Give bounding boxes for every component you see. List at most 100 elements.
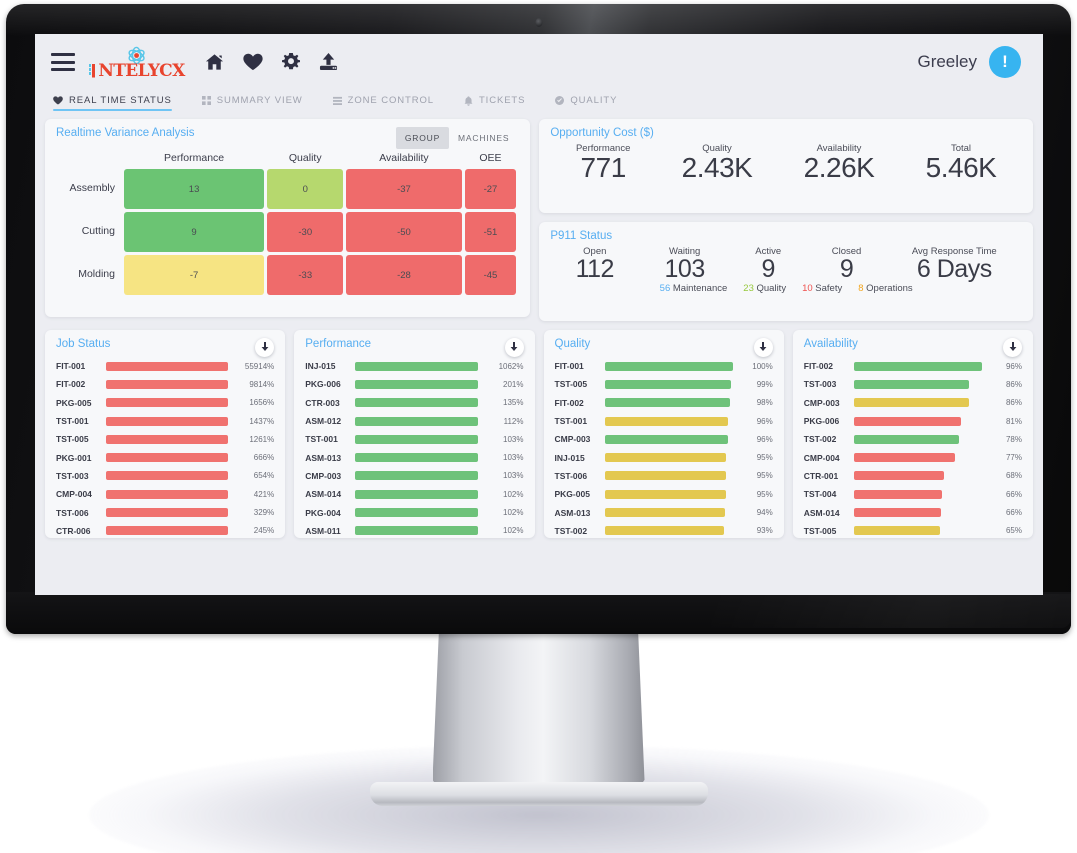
home-icon[interactable]	[205, 53, 224, 71]
bar-list-item[interactable]: PKG-004 102%	[305, 503, 523, 521]
tab-tickets[interactable]: TICKETS	[464, 95, 539, 111]
bar-list-item[interactable]: TST-003 86%	[804, 375, 1022, 393]
download-icon[interactable]	[1003, 338, 1022, 357]
bar-list-item[interactable]: FIT-002 9814%	[56, 375, 274, 393]
bar-list-item[interactable]: TST-004 66%	[804, 485, 1022, 503]
bar-list-item[interactable]: ASM-013 103%	[305, 448, 523, 466]
variance-cell[interactable]: -30	[267, 212, 344, 252]
bar-panel-row: Job Status FIT-001 55914% FIT-002 9814% PKG-0…	[45, 330, 1033, 538]
bar-list-item[interactable]: PKG-006 81%	[804, 412, 1022, 430]
upload-icon[interactable]	[319, 53, 338, 71]
bar-item-value: 66%	[1005, 508, 1022, 518]
variance-cell[interactable]: 0	[267, 169, 344, 209]
variance-cell[interactable]: -37	[346, 169, 462, 209]
bar-fill	[604, 508, 726, 518]
bar-list-item[interactable]: TST-005 1261%	[56, 430, 274, 448]
kpi-value: 5.46K	[925, 152, 997, 183]
variance-cell[interactable]: -27	[464, 169, 517, 209]
tab-quality[interactable]: QUALITY	[555, 95, 631, 111]
bar-list-item[interactable]: ASM-014 102%	[305, 485, 523, 503]
bar-list-item[interactable]: CMP-003 86%	[804, 394, 1022, 412]
bar-list-item[interactable]: TST-001 103%	[305, 430, 523, 448]
tab-zone-control[interactable]: ZONE CONTROL	[332, 95, 448, 111]
panel-title: Quality	[554, 338, 591, 350]
bar-track	[106, 526, 229, 536]
bar-list-item[interactable]: TST-003 654%	[56, 467, 274, 485]
p911-breakdown-count: 56	[659, 283, 671, 294]
variance-cell[interactable]: -28	[346, 255, 462, 295]
bar-list-item[interactable]: PKG-001 666%	[56, 448, 274, 466]
bar-list-item[interactable]: TST-005 99%	[555, 375, 773, 393]
alert-badge[interactable]: !	[989, 46, 1021, 78]
check-circle-icon	[555, 96, 565, 105]
bar-list-item[interactable]: TST-005 65%	[804, 522, 1022, 538]
bar-list-item[interactable]: CTR-003 135%	[305, 394, 523, 412]
download-icon[interactable]	[255, 338, 275, 357]
bar-fill	[355, 453, 478, 463]
bar-item-value: 95%	[756, 453, 773, 463]
variance-cell[interactable]: 13	[124, 169, 265, 209]
bar-list-item[interactable]: ASM-014 66%	[804, 503, 1022, 521]
bar-item-name: FIT-001	[56, 361, 86, 372]
bar-list-item[interactable]: TST-002 93%	[555, 522, 773, 538]
tab-real-time-status[interactable]: REAL TIME STATUS	[53, 95, 186, 111]
bar-fill	[604, 416, 728, 426]
monitor-stand-foot	[369, 782, 708, 806]
download-icon[interactable]	[753, 338, 773, 357]
p911-breakdown: 56 Maintenance 23 Quality 10 Safety 8 Opera…	[550, 283, 1022, 294]
variance-cell[interactable]: -33	[267, 255, 344, 295]
variance-cell[interactable]: -45	[464, 255, 517, 295]
variance-cell[interactable]: -7	[124, 255, 265, 295]
p911-breakdown-label: Quality	[753, 283, 787, 294]
bar-item-value: 77%	[1005, 453, 1022, 463]
bar-list-item[interactable]: TST-001 1437%	[56, 412, 274, 430]
toggle-group[interactable]: GROUP	[395, 127, 450, 149]
bar-list-item[interactable]: FIT-002 96%	[804, 357, 1022, 375]
bar-list-item[interactable]: TST-006 95%	[555, 467, 773, 485]
bar-panel-job-status: Job Status FIT-001 55914% FIT-002 9814% PKG-0…	[45, 330, 286, 538]
bar-list-item[interactable]: FIT-002 98%	[555, 394, 773, 412]
bar-item-name: PKG-004	[305, 507, 341, 518]
bar-track	[106, 471, 229, 481]
tab-summary-view[interactable]: SUMMARY VIEW	[201, 95, 317, 111]
bar-list-item[interactable]: CMP-004 77%	[804, 448, 1022, 466]
tab-bar: REAL TIME STATUS SUMMARY VIEW ZONE CONTR…	[35, 90, 1043, 116]
hamburger-icon[interactable]	[51, 53, 75, 71]
bar-list-item[interactable]: INJ-015 95%	[555, 448, 773, 466]
gear-icon[interactable]	[282, 53, 300, 71]
bar-list-item[interactable]: PKG-005 95%	[555, 485, 773, 503]
toggle-machines[interactable]: MACHINES	[449, 127, 518, 149]
bar-item-name: TST-002	[554, 525, 588, 536]
logo-wordmark: NTELYCX	[98, 60, 185, 81]
bar-list-item[interactable]: FIT-001 55914%	[56, 357, 274, 375]
bar-list-item[interactable]: CMP-004 421%	[56, 485, 274, 503]
variance-cell[interactable]: -51	[464, 212, 517, 252]
bar-list-item[interactable]: CMP-003 103%	[305, 467, 523, 485]
bar-item-value: 102%	[503, 526, 524, 536]
bar-list-item[interactable]: TST-001 96%	[555, 412, 773, 430]
bar-item-value: 102%	[503, 508, 524, 518]
bar-list-item[interactable]: CMP-003 96%	[555, 430, 773, 448]
bar-fill	[355, 508, 478, 518]
bar-list-item[interactable]: CTR-006 245%	[56, 522, 274, 538]
bar-track	[106, 489, 229, 499]
bar-track	[604, 379, 733, 389]
bar-item-value: 103%	[503, 471, 524, 481]
bar-track	[604, 471, 733, 481]
bar-list-item[interactable]: CTR-001 68%	[804, 467, 1022, 485]
variance-cell[interactable]: 9	[124, 212, 265, 252]
bar-list-item[interactable]: PKG-005 1656%	[56, 394, 274, 412]
variance-cell[interactable]: -50	[346, 212, 462, 252]
heart-icon[interactable]	[243, 53, 263, 71]
bar-list-item[interactable]: ASM-013 94%	[555, 503, 773, 521]
bar-list-item[interactable]: TST-006 329%	[56, 503, 274, 521]
bar-list-item[interactable]: FIT-001 100%	[555, 357, 773, 375]
app-logo[interactable]: NTELYCX	[89, 45, 185, 81]
bar-list-item[interactable]: TST-002 78%	[804, 430, 1022, 448]
bar-list-item[interactable]: PKG-006 201%	[305, 375, 523, 393]
bar-list-item[interactable]: ASM-012 112%	[305, 412, 523, 430]
download-icon[interactable]	[504, 338, 524, 357]
bar-list-item[interactable]: INJ-015 1062%	[305, 357, 523, 375]
realtime-variance-panel: Realtime Variance Analysis GROUP MACHINE…	[45, 119, 531, 317]
bar-list-item[interactable]: ASM-011 102%	[305, 522, 523, 538]
